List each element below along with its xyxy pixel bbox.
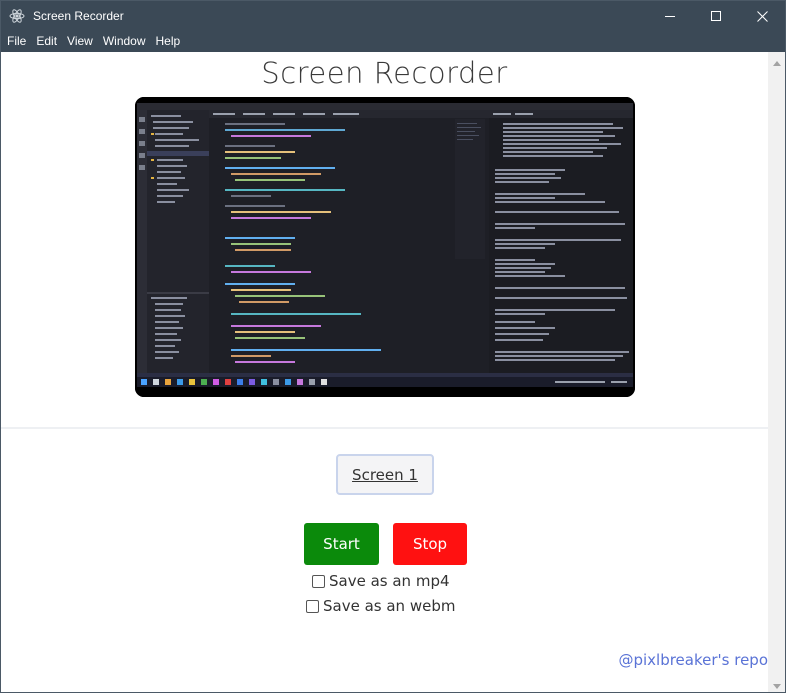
start-button[interactable]: Start bbox=[304, 523, 379, 565]
window-title: Screen Recorder bbox=[33, 9, 124, 23]
section-divider bbox=[1, 427, 768, 429]
close-icon bbox=[756, 7, 768, 26]
save-webm-checkbox[interactable] bbox=[306, 599, 319, 613]
main-content: Screen Recorder Screen 1 Start Stop Save… bbox=[1, 52, 768, 692]
select-source-button[interactable]: Screen 1 bbox=[336, 454, 434, 495]
maximize-icon bbox=[710, 7, 722, 26]
save-mp4-option[interactable]: Save as an mp4 bbox=[312, 572, 450, 590]
page-title: Screen Recorder bbox=[261, 56, 508, 90]
window-controls bbox=[647, 1, 785, 31]
minimize-icon bbox=[664, 7, 676, 26]
menu-view[interactable]: View bbox=[62, 31, 98, 52]
scroll-down-button[interactable] bbox=[768, 675, 785, 692]
maximize-button[interactable] bbox=[693, 1, 739, 31]
menu-edit[interactable]: Edit bbox=[31, 31, 62, 52]
vertical-scrollbar[interactable] bbox=[768, 52, 785, 692]
scroll-up-button[interactable] bbox=[768, 52, 785, 69]
arrow-down-icon bbox=[772, 674, 781, 693]
title-bar[interactable]: Screen Recorder bbox=[1, 1, 785, 31]
menu-window[interactable]: Window bbox=[98, 31, 151, 52]
app-window: Screen Recorder File Edit View Window He… bbox=[0, 0, 786, 693]
screen-preview-image bbox=[135, 97, 635, 397]
menu-help[interactable]: Help bbox=[151, 31, 186, 52]
save-mp4-label: Save as an mp4 bbox=[329, 572, 450, 590]
electron-atom-icon bbox=[9, 8, 25, 24]
save-webm-option[interactable]: Save as an webm bbox=[306, 597, 455, 615]
repo-link[interactable]: @pixlbreaker's repo bbox=[618, 651, 768, 669]
arrow-up-icon bbox=[772, 51, 781, 70]
save-webm-label: Save as an webm bbox=[323, 597, 456, 615]
save-mp4-checkbox[interactable] bbox=[312, 574, 325, 588]
menu-bar: File Edit View Window Help bbox=[1, 31, 785, 52]
stop-button[interactable]: Stop bbox=[393, 523, 467, 565]
close-button[interactable] bbox=[739, 1, 785, 31]
video-preview bbox=[135, 97, 635, 397]
minimize-button[interactable] bbox=[647, 1, 693, 31]
menu-file[interactable]: File bbox=[1, 31, 31, 52]
